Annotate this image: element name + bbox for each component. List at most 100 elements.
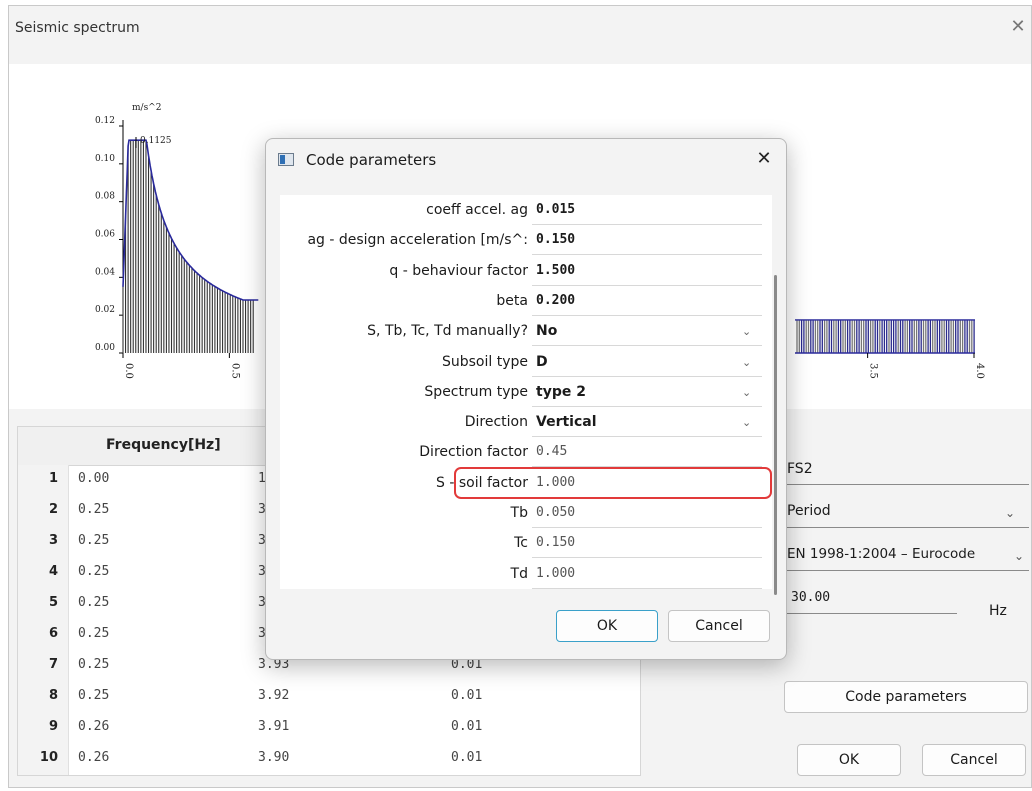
frequency-cell[interactable]: 0.25 — [78, 533, 109, 548]
type-select-underline — [785, 527, 1029, 528]
y-tick-label: 0.12 — [95, 116, 115, 126]
x-tick-label: 0.5 — [229, 363, 240, 379]
x-tick-label: 4.0 — [974, 363, 985, 379]
param-row[interactable]: beta 0.200 — [280, 288, 762, 316]
param-underline — [532, 284, 762, 286]
dialog-title: Code parameters — [306, 151, 437, 169]
y-tick-label: 0.04 — [95, 267, 115, 277]
chevron-down-icon[interactable]: ⌄ — [742, 416, 751, 429]
param-row[interactable]: Spectrum type type 2 ⌄ — [280, 379, 762, 407]
acceleration-cell[interactable]: 0.01 — [451, 688, 482, 703]
type-select[interactable]: Period — [787, 503, 831, 519]
param-value[interactable]: Vertical — [536, 414, 597, 430]
param-label: ag - design acceleration [m/s^: — [307, 232, 528, 249]
title-bar: Seismic spectrum ✕ — [9, 6, 1031, 52]
chevron-down-icon[interactable]: ⌄ — [742, 356, 751, 369]
dialog-cancel-button[interactable]: Cancel — [668, 610, 770, 642]
row-number: 10 — [39, 750, 58, 765]
param-label: Direction — [464, 414, 528, 431]
param-underline — [532, 314, 762, 316]
param-underline — [532, 527, 762, 528]
acceleration-cell[interactable]: 0.01 — [451, 750, 482, 765]
param-value[interactable]: 1.500 — [536, 263, 575, 278]
code-parameters-button[interactable]: Code parameters — [784, 681, 1028, 713]
cancel-button[interactable]: Cancel — [922, 744, 1026, 776]
param-row[interactable]: Subsoil type D ⌄ — [280, 349, 762, 377]
param-row[interactable]: Direction factor 0.45 — [280, 439, 762, 468]
param-value: 1.000 — [536, 565, 576, 581]
parameters-grid: coeff accel. ag 0.015 ag - design accelera… — [280, 195, 777, 595]
app-window-icon — [278, 153, 294, 166]
frequency-cell[interactable]: 0.26 — [78, 719, 109, 734]
param-value[interactable]: No — [536, 323, 557, 339]
param-label: Spectrum type — [424, 383, 528, 400]
frequency-cell[interactable]: 0.25 — [78, 657, 109, 672]
y-tick-label: 0.00 — [95, 343, 115, 353]
param-value[interactable]: D — [536, 354, 548, 370]
name-field[interactable]: FS2 — [787, 461, 813, 477]
ok-button[interactable]: OK — [797, 744, 901, 776]
frequency-cell[interactable]: 0.00 — [78, 471, 109, 486]
row-number: 6 — [48, 626, 58, 641]
param-value[interactable]: 0.200 — [536, 293, 575, 308]
frequency-cell[interactable]: 0.25 — [78, 626, 109, 641]
close-icon[interactable]: ✕ — [752, 148, 776, 169]
param-row[interactable]: S, Tb, Tc, Td manually? No ⌄ — [280, 318, 762, 347]
param-label: Direction factor — [419, 444, 528, 461]
y-tick-label: 0.08 — [95, 192, 115, 202]
max-frequency-input[interactable]: 30.00 — [791, 590, 830, 605]
param-underline — [532, 345, 762, 347]
chevron-down-icon[interactable]: ⌄ — [1014, 549, 1024, 563]
param-row[interactable]: Td 1.000 — [280, 561, 762, 589]
period-cell[interactable]: 3.90 — [258, 750, 289, 765]
param-underline — [532, 375, 762, 377]
code-select[interactable]: EN 1998-1:2004 – Eurocode — [787, 546, 975, 562]
y-unit-label: m/s^2 — [132, 103, 161, 113]
param-value[interactable]: 0.015 — [536, 202, 575, 217]
table-row[interactable]: 10 0.26 3.90 0.01 — [18, 744, 640, 774]
param-row[interactable]: coeff accel. ag 0.015 — [280, 197, 762, 225]
param-value[interactable]: type 2 — [536, 384, 586, 400]
period-cell[interactable]: 3.92 — [258, 688, 289, 703]
param-row[interactable]: Tc 0.150 — [280, 530, 762, 559]
param-label: S, Tb, Tc, Td manually? — [367, 323, 528, 340]
param-value: 0.150 — [536, 535, 576, 551]
param-underline — [532, 224, 762, 225]
table-row[interactable]: 9 0.26 3.91 0.01 — [18, 713, 640, 743]
param-row[interactable]: Tb 0.050 — [280, 500, 762, 528]
param-value[interactable]: 0.150 — [536, 232, 575, 247]
frequency-cell[interactable]: 0.25 — [78, 688, 109, 703]
param-row[interactable]: q - behaviour factor 1.500 — [280, 258, 762, 286]
frequency-cell[interactable]: 0.25 — [78, 502, 109, 517]
param-underline — [532, 557, 762, 559]
param-label: coeff accel. ag — [426, 202, 528, 218]
dialog-ok-button[interactable]: OK — [556, 610, 658, 642]
frequency-cell[interactable]: 0.25 — [78, 564, 109, 579]
param-row[interactable]: Direction Vertical ⌄ — [280, 409, 762, 438]
code-select-underline — [785, 570, 1029, 571]
frequency-cell[interactable]: 0.26 — [78, 750, 109, 765]
scrollbar[interactable] — [774, 275, 777, 595]
y-tick-label: 0.06 — [95, 230, 115, 240]
window-title: Seismic spectrum — [15, 20, 140, 36]
param-row[interactable]: ag - design acceleration [m/s^: 0.150 — [280, 227, 762, 256]
header-frequency: Frequency[Hz] — [106, 437, 221, 453]
row-number: 2 — [48, 502, 58, 517]
chevron-down-icon[interactable]: ⌄ — [742, 386, 751, 399]
param-label: beta — [496, 292, 528, 309]
row-number: 4 — [48, 564, 58, 579]
frequency-cell[interactable]: 0.25 — [78, 595, 109, 610]
param-value: 0.45 — [536, 444, 568, 460]
param-label: Tb — [510, 505, 528, 521]
acceleration-cell[interactable]: 0.01 — [451, 719, 482, 734]
chevron-down-icon[interactable]: ⌄ — [1005, 506, 1015, 520]
param-underline — [532, 254, 762, 256]
period-cell[interactable]: 3.91 — [258, 719, 289, 734]
param-label: Tc — [514, 535, 528, 552]
param-value: 0.050 — [536, 505, 576, 520]
name-field-underline — [785, 484, 1029, 485]
row-number: 5 — [48, 595, 58, 610]
chevron-down-icon[interactable]: ⌄ — [742, 325, 751, 338]
table-row[interactable]: 8 0.25 3.92 0.01 — [18, 682, 640, 712]
close-icon[interactable]: ✕ — [1007, 16, 1029, 37]
